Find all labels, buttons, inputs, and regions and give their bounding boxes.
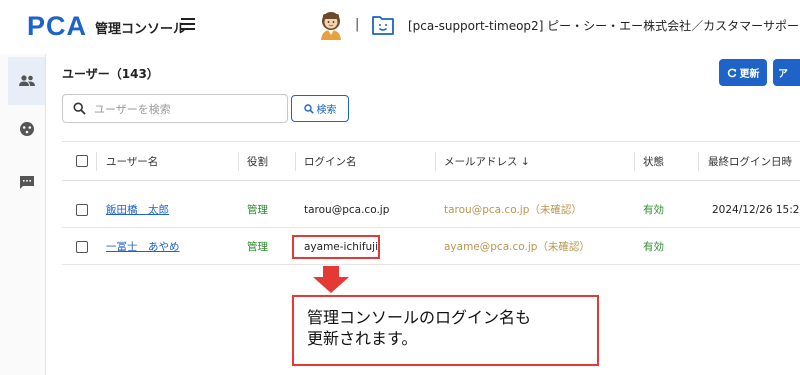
support-icon	[19, 122, 34, 136]
menu-icon[interactable]	[181, 18, 195, 30]
refresh-button-label: 更新	[739, 69, 760, 80]
search-input[interactable]	[94, 100, 279, 118]
sidebar	[0, 54, 46, 375]
user-name-link[interactable]: 飯田橋 太郎	[106, 192, 169, 227]
column-header-login[interactable]: ログイン名	[304, 142, 357, 180]
user-login-name: tarou@pca.co.jp	[304, 203, 390, 216]
login-name-highlight	[292, 235, 380, 259]
app-header: PCA 管理コンソール | [pca-support-timeop2] ピー・シ…	[0, 0, 800, 54]
user-email: ayame@pca.co.jp（未確認）	[444, 241, 590, 253]
sidebar-item-messages[interactable]	[8, 158, 45, 206]
users-table: ユーザー名 役割 ログイン名 メールアドレス ↓ 状態 最終ログイン日時 飯田橋…	[62, 141, 800, 276]
organization-icon[interactable]	[370, 11, 396, 37]
organization-name[interactable]: [pca-support-timeop2] ピー・シー・エー株式会社／カスタマー…	[408, 17, 800, 34]
app-title: 管理コンソール	[95, 22, 187, 37]
select-all-checkbox-cell	[76, 142, 88, 180]
pca-logo[interactable]: PCA	[27, 13, 87, 40]
refresh-icon	[727, 68, 736, 77]
user-status: 有効	[643, 241, 664, 253]
page-title: ユーザー（143）	[62, 67, 159, 81]
annotation-line-1: 管理コンソールのログイン名も	[307, 308, 532, 327]
column-header-status[interactable]: 状態	[643, 142, 664, 180]
user-avatar-icon[interactable]	[318, 10, 344, 40]
column-header-username[interactable]: ユーザー名	[106, 142, 158, 180]
extra-action-label: ア	[778, 69, 788, 80]
user-name-link[interactable]: 一冨士 あやめ	[106, 229, 180, 264]
column-header-role[interactable]: 役割	[247, 142, 268, 180]
sidebar-item-users[interactable]	[8, 57, 45, 105]
user-role: 管理	[247, 241, 268, 253]
chat-icon	[19, 175, 34, 189]
row-checkbox[interactable]	[76, 203, 88, 216]
column-header-last-login[interactable]: 最終ログイン日時	[708, 142, 792, 180]
header-separator: |	[355, 17, 360, 32]
sidebar-item-support[interactable]	[8, 105, 45, 153]
refresh-button[interactable]: 更新	[719, 59, 767, 86]
user-status: 有効	[643, 204, 664, 216]
search-icon	[303, 103, 314, 114]
search-box[interactable]	[62, 94, 288, 123]
column-header-email[interactable]: メールアドレス ↓	[444, 142, 530, 180]
search-button-label: 検索	[316, 105, 337, 116]
select-all-checkbox[interactable]	[76, 155, 88, 167]
table-row[interactable]: 一冨士 あやめ 管理 ayame-ichifuji ayame@pca.co.j…	[62, 229, 800, 265]
user-role: 管理	[247, 204, 268, 216]
annotation-callout: 管理コンソールのログイン名も 更新されます。	[292, 295, 599, 366]
user-last-login: 2024/12/26 15:22	[712, 203, 800, 216]
annotation-line-2: 更新されます。	[307, 329, 418, 348]
extra-action-button[interactable]: ア	[773, 59, 800, 86]
table-row[interactable]: 飯田橋 太郎 管理 tarou@pca.co.jp tarou@pca.co.j…	[62, 192, 800, 228]
users-icon	[18, 75, 35, 86]
search-button[interactable]: 検索	[291, 95, 349, 122]
user-email: tarou@pca.co.jp（未確認）	[444, 204, 582, 216]
search-icon	[73, 102, 86, 115]
row-checkbox[interactable]	[76, 240, 88, 253]
table-header: ユーザー名 役割 ログイン名 メールアドレス ↓ 状態 最終ログイン日時	[62, 142, 800, 181]
arrow-down-icon	[313, 266, 349, 293]
